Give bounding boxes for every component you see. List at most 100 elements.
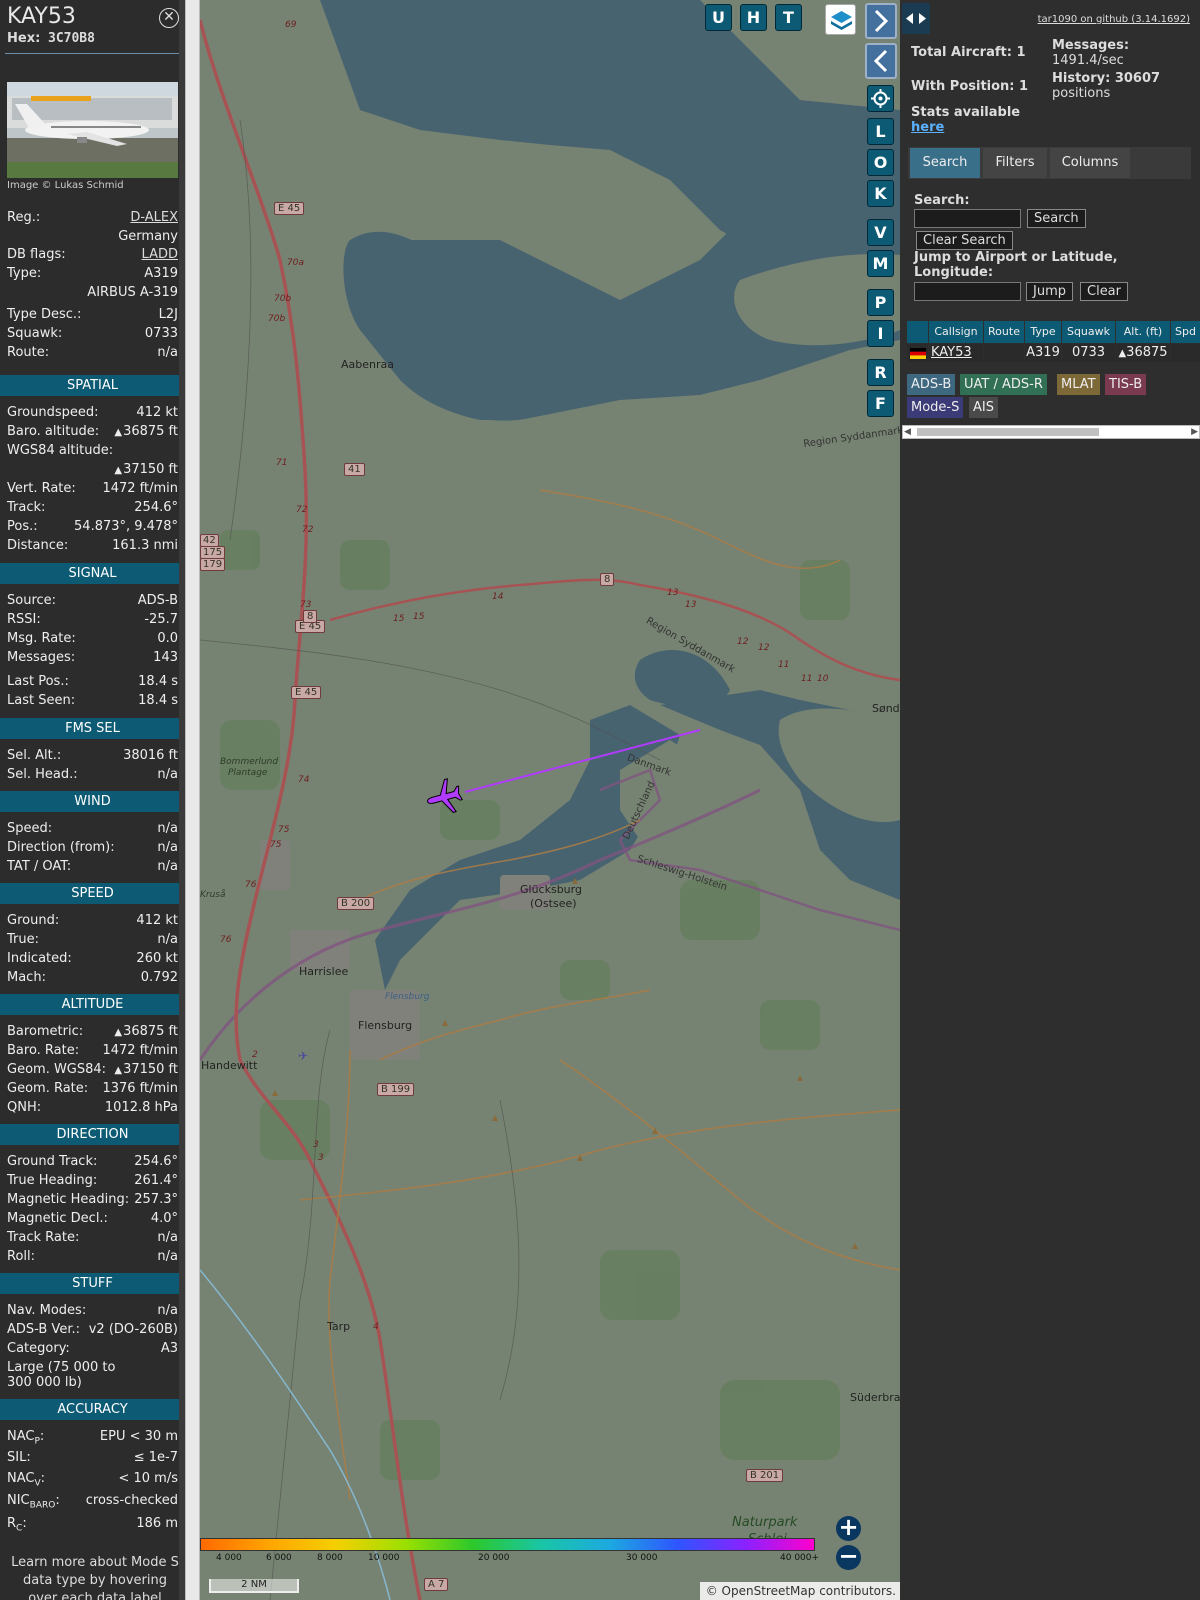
map-button-h[interactable]: H: [740, 4, 767, 31]
jump-button[interactable]: Jump: [1026, 282, 1073, 301]
nav-modes-label: Nav. Modes:: [7, 1303, 87, 1318]
row-category: Category: A3: [7, 1341, 178, 1360]
row-type: A319: [1025, 344, 1061, 362]
row-type-name: AIRBUS A-319: [7, 285, 178, 304]
map-button-p[interactable]: P: [867, 289, 894, 316]
layers-icon[interactable]: [825, 4, 856, 35]
map-label-suderbrarup: Süderbrar: [850, 1391, 900, 1404]
badge-tisb[interactable]: TIS-B: [1105, 374, 1147, 395]
tab-filters[interactable]: Filters: [983, 148, 1047, 178]
position-value: 54.873°, 9.478°: [74, 519, 178, 534]
hex-label: Hex:: [7, 31, 41, 46]
last-pos-label: Last Pos.:: [7, 674, 69, 689]
registration-link[interactable]: D-ALEX: [130, 210, 178, 225]
map-button-t[interactable]: T: [775, 4, 802, 31]
total-aircraft: Total Aircraft: 1: [911, 45, 1026, 60]
tab-columns[interactable]: Columns: [1050, 148, 1130, 178]
jump-input[interactable]: [914, 282, 1021, 301]
indicated-value: 260 kt: [136, 951, 178, 966]
vert-rate-value: 1472 ft/min: [102, 481, 178, 496]
wind-direction-label: Direction (from):: [7, 840, 115, 855]
aircraft-photo[interactable]: [7, 82, 178, 178]
search-input[interactable]: [914, 209, 1021, 228]
search-label: Search:: [914, 193, 970, 208]
sel-head-label: Sel. Head.:: [7, 767, 78, 782]
image-credit: Image © Lukas Schmid: [7, 180, 124, 191]
km-marker: 14: [492, 592, 504, 602]
route-label: Route:: [7, 345, 50, 360]
map-canvas: ✈: [200, 0, 900, 1600]
map-button-l[interactable]: L: [867, 118, 894, 145]
position-label: Pos.:: [7, 519, 38, 534]
table-header-altitude[interactable]: Alt. (ft): [1116, 321, 1170, 343]
row-nicbaro: NICBARO: cross-checked: [7, 1493, 178, 1512]
row-wgs84-altitude-value: ▲37150 ft: [7, 462, 178, 481]
track-rate-value: n/a: [157, 1230, 178, 1245]
zoom-in-icon[interactable]: +: [836, 1515, 861, 1541]
db-flags-link[interactable]: LADD: [142, 247, 178, 262]
nacp-value: EPU < 30 m: [99, 1429, 178, 1444]
openstreetmap-link[interactable]: OpenStreetMap: [722, 1584, 816, 1598]
scroll-left-arrow-icon[interactable]: ◀: [904, 427, 911, 437]
map-button-k[interactable]: K: [867, 180, 894, 207]
expand-collapse-icon[interactable]: [902, 3, 930, 34]
close-icon[interactable]: ✕: [159, 8, 179, 28]
type-desc-value: L2J: [158, 307, 178, 322]
chevron-right-icon[interactable]: [865, 3, 897, 39]
rc-label: RC:: [7, 1516, 27, 1534]
stats-link[interactable]: here: [911, 120, 944, 135]
map-button-o[interactable]: O: [867, 149, 894, 176]
zoom-out-icon[interactable]: −: [836, 1544, 861, 1570]
map-button-r[interactable]: R: [867, 359, 894, 386]
track-rate-label: Track Rate:: [7, 1230, 80, 1245]
row-mag-heading: Magnetic Heading: 257.3°: [7, 1192, 178, 1211]
table-horizontal-scrollbar[interactable]: ◀ ▶: [902, 425, 1200, 439]
table-header-callsign[interactable]: Callsign: [929, 321, 983, 343]
scroll-right-arrow-icon[interactable]: ▶: [1191, 427, 1198, 437]
table-header-type[interactable]: Type: [1025, 321, 1061, 343]
badge-mlat[interactable]: MLAT: [1057, 374, 1100, 395]
panel-tabs: Search Filters Columns: [908, 147, 1191, 179]
scrollbar-thumb[interactable]: [917, 428, 1099, 436]
clear-search-button[interactable]: Clear Search: [916, 231, 1013, 250]
map-button-f[interactable]: F: [867, 390, 894, 417]
badge-uat-adsr[interactable]: UAT / ADS-R: [960, 374, 1047, 395]
map-view[interactable]: ✈ Aabenraa Region Syddanmark Region Sydd…: [200, 0, 900, 1600]
row-qnh: QNH: 1012.8 hPa: [7, 1100, 178, 1119]
ground-track-value: 254.6°: [134, 1154, 178, 1169]
squawk-value: 0733: [144, 326, 178, 341]
tab-search[interactable]: Search: [910, 148, 980, 178]
clear-button[interactable]: Clear: [1080, 282, 1128, 301]
km-marker: 70a: [287, 258, 304, 268]
map-button-m[interactable]: M: [867, 250, 894, 277]
panel-resize-handle[interactable]: [185, 0, 200, 1600]
badge-ais[interactable]: AIS: [969, 397, 998, 418]
km-marker: 76: [245, 880, 257, 890]
aircraft-info-panel: KAY53 ✕ Hex: 3C70B8 Image © Lukas Schmid…: [0, 0, 185, 1600]
table-header-route[interactable]: Route: [984, 321, 1024, 343]
badge-mode-s[interactable]: Mode-S: [907, 397, 964, 418]
chevron-left-icon[interactable]: [865, 43, 897, 79]
row-geom-rate: Geom. Rate: 1376 ft/min: [7, 1081, 178, 1100]
row-callsign[interactable]: KAY53: [929, 344, 983, 362]
table-header-speed[interactable]: Spd: [1171, 321, 1200, 343]
climb-arrow-icon: ▲: [114, 1065, 123, 1076]
map-button-v[interactable]: V: [867, 219, 894, 246]
table-header-flag[interactable]: [907, 321, 928, 343]
row-wind-direction: Direction (from): n/a: [7, 840, 178, 859]
km-marker: 11: [778, 660, 790, 670]
table-header-squawk[interactable]: Squawk: [1062, 321, 1115, 343]
search-button[interactable]: Search: [1027, 209, 1086, 228]
mag-heading-label: Magnetic Heading:: [7, 1192, 130, 1207]
section-direction: DIRECTION: [0, 1124, 185, 1145]
settings-gear-icon[interactable]: [867, 85, 894, 112]
row-true-airspeed: True: n/a: [7, 932, 178, 951]
github-link[interactable]: tar1090 on github (3.14.1692): [1038, 14, 1190, 25]
map-button-i[interactable]: I: [867, 320, 894, 347]
map-button-u[interactable]: U: [705, 4, 732, 31]
badge-adsb[interactable]: ADS-B: [907, 374, 956, 395]
wgs84-altitude-text: 37150 ft: [123, 462, 178, 477]
source-value: ADS-B: [137, 593, 178, 608]
altitude-tick: 6 000: [266, 1553, 292, 1563]
barometric-label: Barometric:: [7, 1024, 84, 1039]
